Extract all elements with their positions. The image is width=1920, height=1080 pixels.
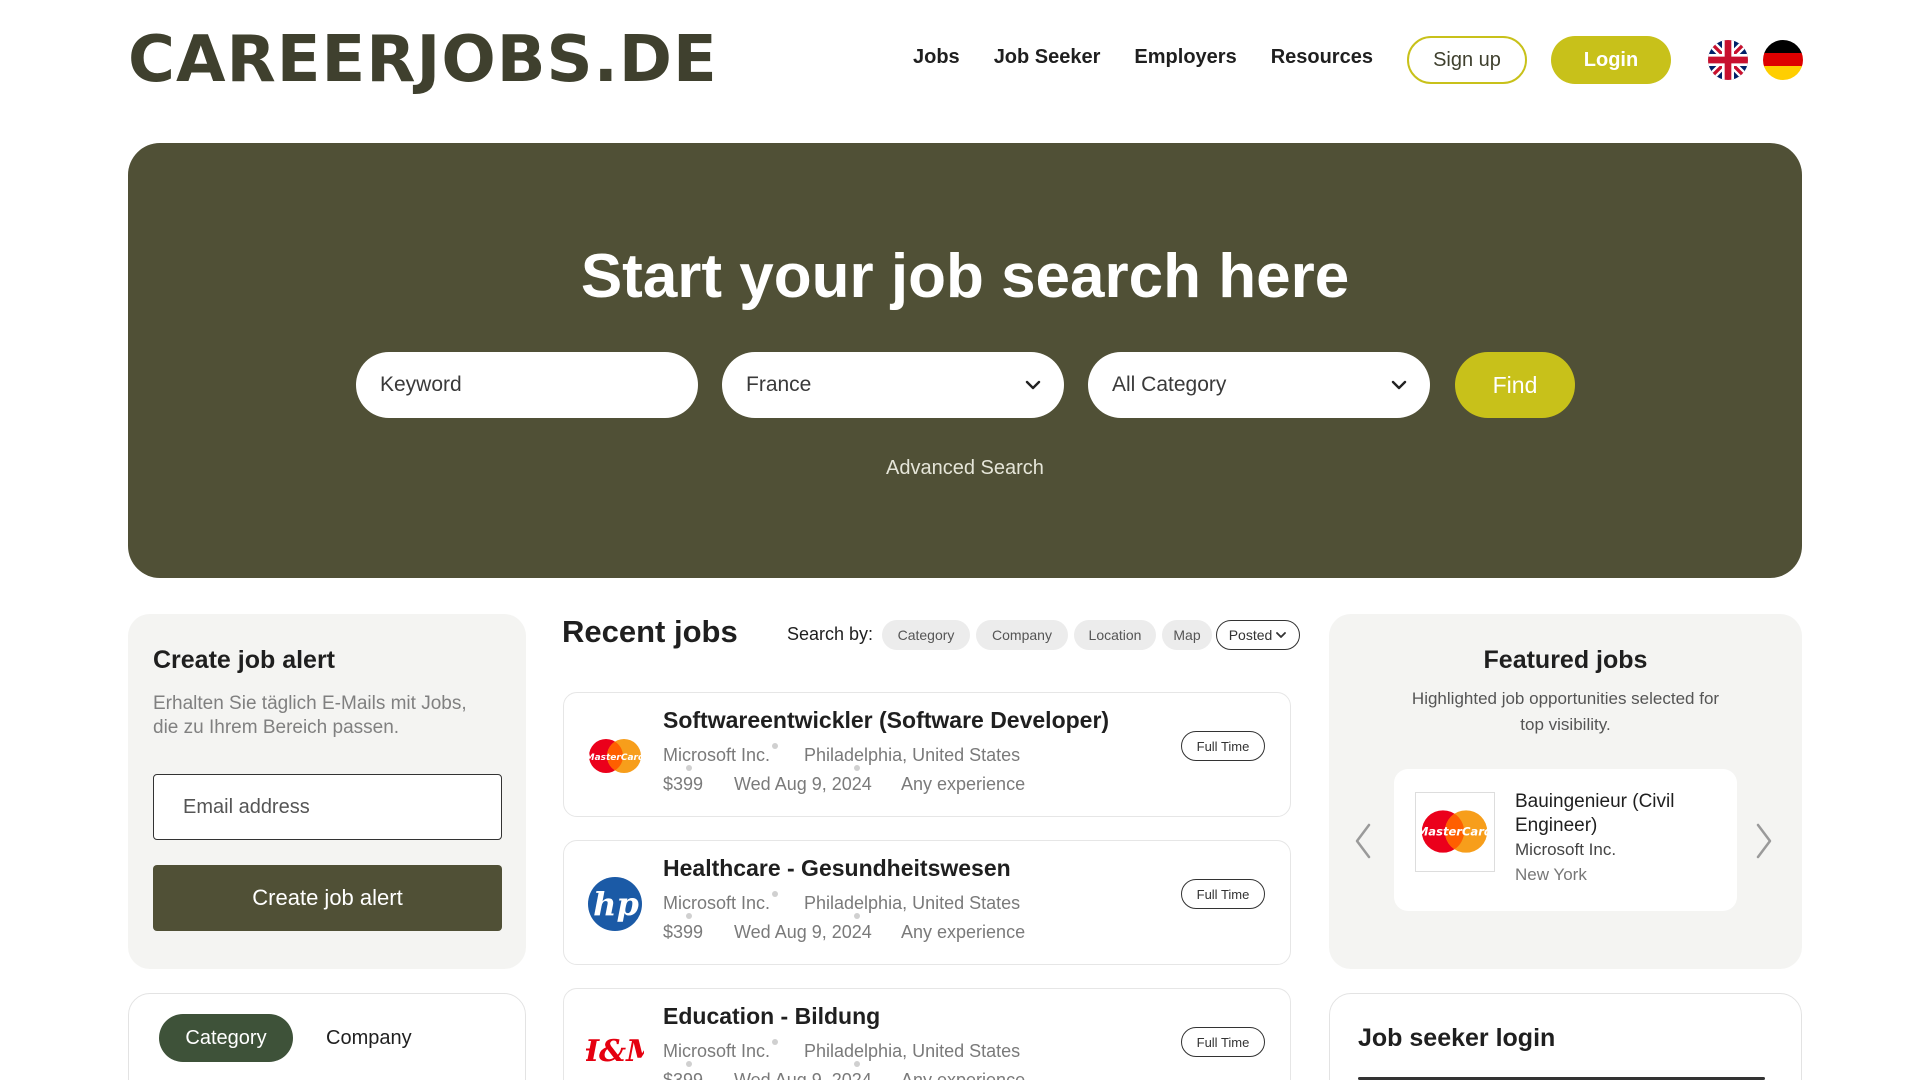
job-date: Wed Aug 9, 2024 bbox=[734, 1070, 872, 1080]
job-company: Microsoft Inc. bbox=[663, 745, 771, 765]
site-header: CAREERJOBS.DE Jobs Job Seeker Employers … bbox=[0, 0, 1920, 120]
main-nav: Jobs Job Seeker Employers Resources bbox=[913, 46, 1373, 69]
separator-dot-icon bbox=[772, 1039, 778, 1045]
chevron-left-icon[interactable] bbox=[1351, 821, 1375, 861]
nav-jobs[interactable]: Jobs bbox=[913, 46, 960, 69]
job-title[interactable]: Softwareentwickler (Software Developer) bbox=[663, 707, 1109, 734]
featured-job-title[interactable]: Bauingenieur (Civil Engineer) bbox=[1515, 790, 1725, 838]
separator-dot-icon bbox=[772, 743, 778, 749]
featured-job-item[interactable]: MasterCard Bauingenieur (Civil Engineer)… bbox=[1394, 769, 1737, 911]
tab-company[interactable]: Company bbox=[326, 1014, 412, 1062]
job-type-badge: Full Time bbox=[1181, 1027, 1265, 1057]
tab-category[interactable]: Category bbox=[159, 1014, 293, 1062]
de-flag-icon[interactable] bbox=[1763, 40, 1803, 80]
browse-tabs-card: Category Company bbox=[128, 993, 526, 1080]
chevron-down-icon bbox=[1025, 380, 1041, 390]
nav-resources[interactable]: Resources bbox=[1271, 46, 1373, 69]
signup-button[interactable]: Sign up bbox=[1407, 36, 1527, 84]
featured-job-city: New York bbox=[1515, 865, 1587, 884]
job-salary: $399 bbox=[663, 774, 704, 794]
job-alert-title: Create job alert bbox=[153, 646, 336, 674]
hero-title: Start your job search here bbox=[580, 242, 1350, 311]
separator-dot-icon bbox=[686, 1061, 692, 1067]
separator-dot-icon bbox=[854, 765, 860, 771]
svg-text:MasterCard: MasterCard bbox=[586, 753, 644, 763]
featured-job-company: Microsoft Inc. bbox=[1515, 840, 1617, 859]
job-title[interactable]: Education - Bildung bbox=[663, 1003, 880, 1030]
category-value: All Category bbox=[1112, 373, 1227, 396]
mastercard-logo-icon: MasterCard bbox=[586, 739, 644, 773]
job-experience: Any experience bbox=[901, 774, 1026, 794]
separator-dot-icon bbox=[854, 913, 860, 919]
hm-logo-icon: H&M bbox=[586, 1023, 644, 1080]
job-card[interactable]: MasterCard Softwareentwickler (Software … bbox=[563, 692, 1291, 817]
site-logo[interactable]: CAREERJOBS.DE bbox=[128, 28, 718, 92]
login-button[interactable]: Login bbox=[1551, 36, 1671, 84]
featured-job-logo: MasterCard bbox=[1415, 792, 1495, 872]
category-select[interactable]: All Category bbox=[1088, 352, 1430, 418]
filter-chip-company[interactable]: Company bbox=[976, 620, 1068, 650]
search-by-label: Search by: bbox=[787, 624, 874, 644]
separator-dot-icon bbox=[686, 913, 692, 919]
job-seeker-login-title: Job seeker login bbox=[1358, 1024, 1556, 1052]
featured-jobs-title: Featured jobs bbox=[1483, 646, 1648, 674]
create-job-alert-button[interactable]: Create job alert bbox=[153, 865, 502, 931]
svg-text:hp: hp bbox=[593, 885, 639, 923]
job-location: Philadelphia, United States bbox=[804, 893, 1021, 913]
svg-text:MasterCard: MasterCard bbox=[1417, 824, 1493, 838]
uk-flag-icon[interactable] bbox=[1708, 40, 1748, 80]
job-alert-description: Erhalten Sie täglich E-Mails mit Jobs, d… bbox=[153, 693, 467, 738]
hp-logo-icon: hp bbox=[588, 877, 642, 931]
nav-employers[interactable]: Employers bbox=[1134, 46, 1236, 69]
filter-chip-location[interactable]: Location bbox=[1074, 620, 1156, 650]
job-salary: $399 bbox=[663, 922, 704, 942]
recent-jobs-title: Recent jobs bbox=[562, 614, 738, 649]
job-salary: $399 bbox=[663, 1070, 704, 1080]
chevron-down-icon bbox=[1276, 632, 1287, 638]
separator-dot-icon bbox=[854, 1061, 860, 1067]
job-experience: Any experience bbox=[901, 1070, 1026, 1080]
job-seeker-login-card: Job seeker login bbox=[1329, 993, 1802, 1080]
mastercard-logo-icon: MasterCard bbox=[1417, 810, 1493, 853]
nav-job-seeker[interactable]: Job Seeker bbox=[994, 46, 1101, 69]
featured-jobs-description: Highlighted job opportunities selected f… bbox=[1411, 689, 1720, 734]
job-date: Wed Aug 9, 2024 bbox=[734, 922, 872, 942]
job-type-badge: Full Time bbox=[1181, 731, 1265, 761]
job-company: Microsoft Inc. bbox=[663, 893, 771, 913]
job-card[interactable]: H&M Education - Bildung Microsoft Inc. P… bbox=[563, 988, 1291, 1080]
find-button[interactable]: Find bbox=[1455, 352, 1575, 418]
job-title[interactable]: Healthcare - Gesundheitswesen bbox=[663, 855, 1011, 882]
separator-dot-icon bbox=[772, 891, 778, 897]
chevron-right-icon[interactable] bbox=[1752, 821, 1776, 861]
hero-search: Start your job search here France All Ca… bbox=[128, 143, 1802, 578]
job-card[interactable]: hp Healthcare - Gesundheitswesen Microso… bbox=[563, 840, 1291, 965]
sort-label: Posted bbox=[1228, 627, 1273, 643]
job-company: Microsoft Inc. bbox=[663, 1041, 771, 1061]
filter-chip-category[interactable]: Category bbox=[882, 620, 970, 650]
chevron-down-icon bbox=[1391, 380, 1407, 390]
job-type-badge: Full Time bbox=[1181, 879, 1265, 909]
email-field[interactable] bbox=[153, 774, 502, 840]
sort-dropdown[interactable]: Posted bbox=[1216, 620, 1300, 650]
advanced-search-link[interactable]: Advanced Search bbox=[128, 457, 1802, 480]
job-alert-card: Create job alert Erhalten Sie täglich E-… bbox=[128, 614, 526, 969]
job-location: Philadelphia, United States bbox=[804, 1041, 1021, 1061]
filter-chip-map[interactable]: Map bbox=[1162, 620, 1212, 650]
keyword-field[interactable] bbox=[356, 352, 698, 418]
country-value: France bbox=[746, 373, 812, 396]
svg-text:H&M: H&M bbox=[586, 1034, 644, 1069]
country-select[interactable]: France bbox=[722, 352, 1064, 418]
job-date: Wed Aug 9, 2024 bbox=[734, 774, 872, 794]
keyword-input[interactable] bbox=[380, 373, 660, 397]
job-location: Philadelphia, United States bbox=[804, 745, 1021, 765]
job-experience: Any experience bbox=[901, 922, 1026, 942]
separator-dot-icon bbox=[686, 765, 692, 771]
featured-jobs-card: Featured jobs Highlighted job opportunit… bbox=[1329, 614, 1802, 969]
